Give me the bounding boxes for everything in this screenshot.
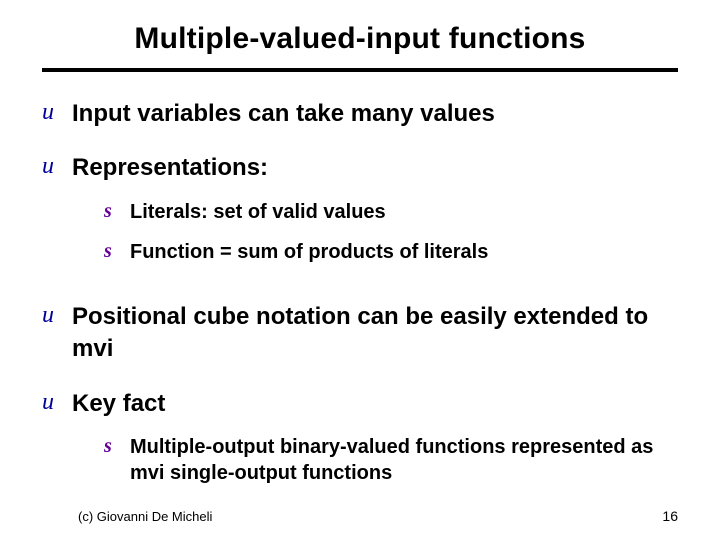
copyright-text: (c) Giovanni De Micheli	[78, 509, 212, 524]
sub-bullet-text: Multiple-output binary-valued functions …	[130, 434, 678, 486]
sub-bullet-mark-icon: s	[104, 199, 130, 223]
sub-bullet-text: Literals: set of valid values	[130, 199, 678, 225]
bullet-text: Representations:	[72, 154, 268, 181]
bullet-mark-icon: u	[42, 98, 72, 127]
slide: Multiple-valued-input functions u Input …	[0, 0, 720, 540]
bullet-level1: u Key fact s Multiple-output binary-valu…	[42, 388, 678, 500]
sub-bullet-mark-icon: s	[104, 434, 130, 458]
bullet-text-wrap: Representations: s Literals: set of vali…	[72, 152, 678, 278]
bullet-level2: s Function = sum of products of literals	[104, 239, 678, 265]
bullet-level1: u Positional cube notation can be easily…	[42, 301, 678, 366]
bullet-mark-icon: u	[42, 301, 72, 330]
slide-footer: (c) Giovanni De Micheli 16	[0, 508, 720, 524]
bullet-text: Positional cube notation can be easily e…	[72, 301, 678, 366]
bullet-list: u Input variables can take many values u…	[42, 98, 678, 500]
sub-bullet-text: Function = sum of products of literals	[130, 239, 678, 265]
sub-bullet-list: s Literals: set of valid values s Functi…	[104, 199, 678, 265]
bullet-mark-icon: u	[42, 388, 72, 417]
sub-bullet-mark-icon: s	[104, 239, 130, 263]
sub-bullet-list: s Multiple-output binary-valued function…	[104, 434, 678, 486]
bullet-level2: s Multiple-output binary-valued function…	[104, 434, 678, 486]
bullet-text: Key fact	[72, 390, 165, 417]
title-underline	[42, 68, 678, 72]
bullet-level2: s Literals: set of valid values	[104, 199, 678, 225]
page-number: 16	[662, 508, 678, 524]
bullet-mark-icon: u	[42, 152, 72, 181]
slide-title: Multiple-valued-input functions	[42, 22, 678, 56]
bullet-level1: u Input variables can take many values	[42, 98, 678, 130]
bullet-text-wrap: Key fact s Multiple-output binary-valued…	[72, 388, 678, 500]
bullet-level1: u Representations: s Literals: set of va…	[42, 152, 678, 278]
bullet-text: Input variables can take many values	[72, 98, 678, 130]
